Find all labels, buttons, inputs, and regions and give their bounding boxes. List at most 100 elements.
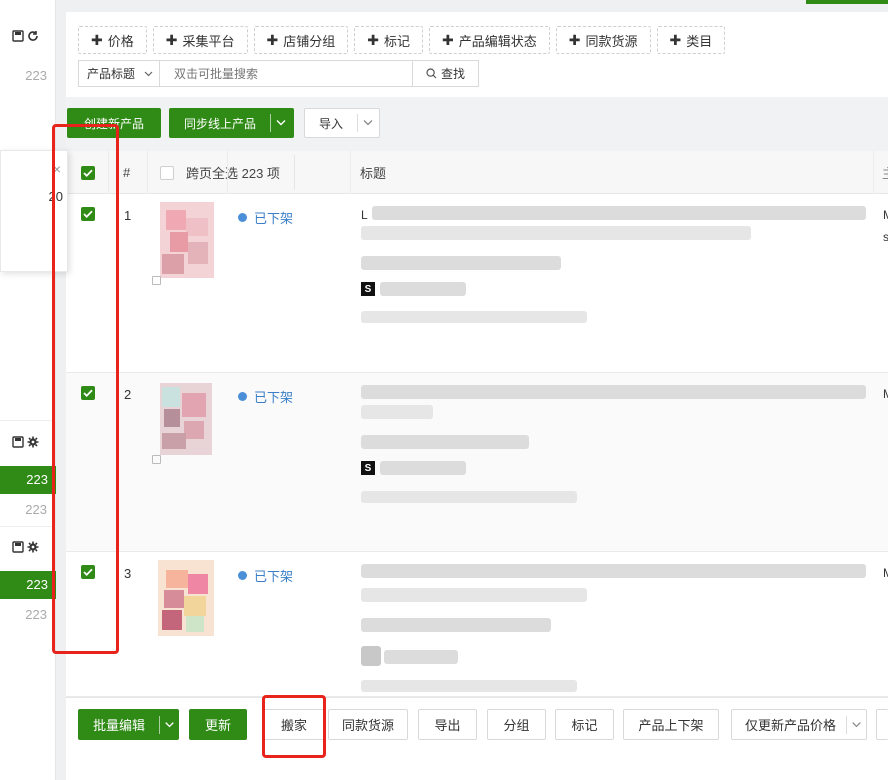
toolbar-band: 创建新产品 同步线上产品 导入 — [66, 97, 888, 151]
sidebar-divider — [0, 420, 56, 421]
update-price-button[interactable]: 仅更新产品价格 — [731, 709, 867, 740]
blurred-sku — [361, 618, 551, 632]
search-button[interactable]: 查找 — [413, 60, 479, 87]
filter-shop-group[interactable]: ✚ 店铺分组 — [253, 26, 349, 54]
blurred-meta — [361, 680, 577, 692]
blurred-source — [384, 650, 458, 664]
product-thumbnail[interactable] — [156, 381, 214, 457]
plus-icon: ✚ — [442, 31, 454, 48]
main-panel: ✚ 价格 ✚ 采集平台 ✚ 店铺分组 ✚ 标记 ✚ 产品编辑状态 ✚ 同款货源 ✚ 类目 产品… — [66, 12, 888, 780]
mark-button[interactable]: 标记 — [555, 709, 614, 740]
export-button[interactable]: 导出 — [418, 709, 477, 740]
source-badge-icon[interactable]: S — [361, 282, 375, 296]
next-column-text: M — [883, 387, 888, 401]
sidebar-group3-count[interactable]: 223 — [25, 607, 47, 622]
filter-category[interactable]: ✚ 类目 — [656, 26, 726, 54]
table-row[interactable]: 1 已下架 L S M s — [66, 194, 888, 373]
import-button[interactable]: 导入 — [304, 108, 380, 138]
search-bar: 产品标题 查找 — [78, 60, 479, 87]
sidebar-group1-count[interactable]: 223 — [25, 68, 47, 83]
search-input[interactable] — [159, 60, 413, 87]
image-icon[interactable] — [152, 455, 161, 464]
column-index: # — [123, 165, 131, 180]
table-header: # 跨页全选 223 项 标题 主 — [66, 151, 888, 194]
column-title[interactable]: 标题 — [360, 151, 386, 194]
filter-price[interactable]: ✚ 价格 — [78, 26, 147, 54]
update-button[interactable]: 更新 — [189, 709, 247, 740]
search-field-select[interactable]: 产品标题 — [78, 60, 159, 87]
column-next[interactable]: 主 — [882, 151, 888, 194]
sidebar-group1-icons — [12, 30, 39, 42]
sidebar-group3-icons — [12, 541, 39, 553]
blurred-title — [361, 405, 433, 419]
status-badge: 已下架 — [238, 208, 293, 227]
batch-edit-button[interactable]: 批量编辑 — [78, 709, 179, 740]
save-icon[interactable] — [12, 436, 24, 448]
sidebar-group2-active-count[interactable]: 223 — [0, 466, 56, 494]
header-divider — [294, 155, 295, 190]
plus-icon: ✚ — [165, 31, 178, 48]
sidebar-group3-active-count[interactable]: 223 — [0, 571, 56, 599]
refresh-icon[interactable] — [27, 30, 39, 42]
search-icon — [426, 68, 437, 79]
next-column-text: s — [883, 230, 888, 244]
product-thumbnail[interactable] — [156, 560, 214, 636]
status-badge: 已下架 — [238, 566, 293, 585]
gear-icon[interactable] — [27, 436, 39, 448]
status-badge: 已下架 — [238, 387, 293, 406]
chevron-down-icon[interactable] — [847, 721, 866, 729]
table-row[interactable]: 2 已下架 S M — [66, 373, 888, 552]
more-button[interactable] — [876, 709, 888, 740]
annotation-checkbox-column — [52, 124, 119, 654]
annotation-move-button — [262, 695, 326, 758]
chevron-down-icon[interactable] — [358, 119, 378, 127]
blurred-source — [380, 282, 466, 296]
save-icon[interactable] — [12, 30, 24, 42]
blurred-title — [361, 564, 866, 578]
next-column-text: M — [883, 208, 888, 222]
image-icon[interactable] — [152, 276, 161, 285]
group-button[interactable]: 分组 — [487, 709, 546, 740]
blurred-title — [361, 588, 587, 602]
filter-edit-status[interactable]: ✚ 产品编辑状态 — [429, 26, 550, 54]
table-row[interactable]: 3 已下架 M — [66, 552, 888, 697]
next-column-text: M — [883, 566, 888, 580]
plus-icon: ✚ — [568, 31, 581, 48]
sidebar-group2-icons — [12, 436, 39, 448]
sidebar-group2-count[interactable]: 223 — [25, 502, 47, 517]
same-source-button[interactable]: 同款货源 — [328, 709, 408, 740]
chevron-down-icon[interactable] — [271, 119, 291, 127]
blurred-meta — [361, 311, 587, 323]
shelf-toggle-button[interactable]: 产品上下架 — [623, 709, 719, 740]
blurred-sku — [361, 435, 529, 449]
blurred-meta — [361, 491, 577, 503]
plus-icon: ✚ — [266, 31, 279, 48]
top-accent-bar — [806, 0, 888, 4]
gear-icon[interactable] — [27, 541, 39, 553]
select-all-pages[interactable]: 跨页全选 223 项 — [160, 151, 280, 194]
blurred-source-badge — [361, 646, 381, 666]
plus-icon: ✚ — [91, 31, 103, 48]
sync-online-button[interactable]: 同步线上产品 — [169, 108, 294, 138]
product-thumbnail[interactable] — [156, 202, 214, 278]
blurred-title — [361, 385, 866, 399]
checkbox-unchecked[interactable] — [160, 165, 174, 180]
save-icon[interactable] — [12, 541, 24, 553]
blurred-title — [361, 226, 751, 240]
filter-mark[interactable]: ✚ 标记 — [354, 26, 423, 54]
chevron-down-icon[interactable] — [160, 721, 179, 729]
plus-icon: ✚ — [669, 31, 682, 48]
filter-chips: ✚ 价格 ✚ 采集平台 ✚ 店铺分组 ✚ 标记 ✚ 产品编辑状态 ✚ 同款货源 ✚ 类目 — [78, 26, 726, 54]
blurred-source — [380, 461, 466, 475]
row-number: 2 — [124, 387, 132, 402]
bulk-action-bar: 批量编辑 更新 搬家 同款货源 导出 分组 标记 产品上下架 仅更新产品价格 — [66, 697, 888, 780]
blurred-sku — [361, 256, 561, 270]
chevron-down-icon — [144, 71, 153, 76]
sidebar-divider — [0, 526, 56, 527]
row-number: 3 — [124, 566, 132, 581]
filter-same-source[interactable]: ✚ 同款货源 — [555, 26, 651, 54]
left-sidebar: 223 223 223 223 223 — [0, 0, 56, 780]
title-text-start: L — [361, 208, 368, 222]
source-badge-icon[interactable]: S — [361, 461, 375, 475]
filter-source-platform[interactable]: ✚ 采集平台 — [152, 26, 248, 54]
